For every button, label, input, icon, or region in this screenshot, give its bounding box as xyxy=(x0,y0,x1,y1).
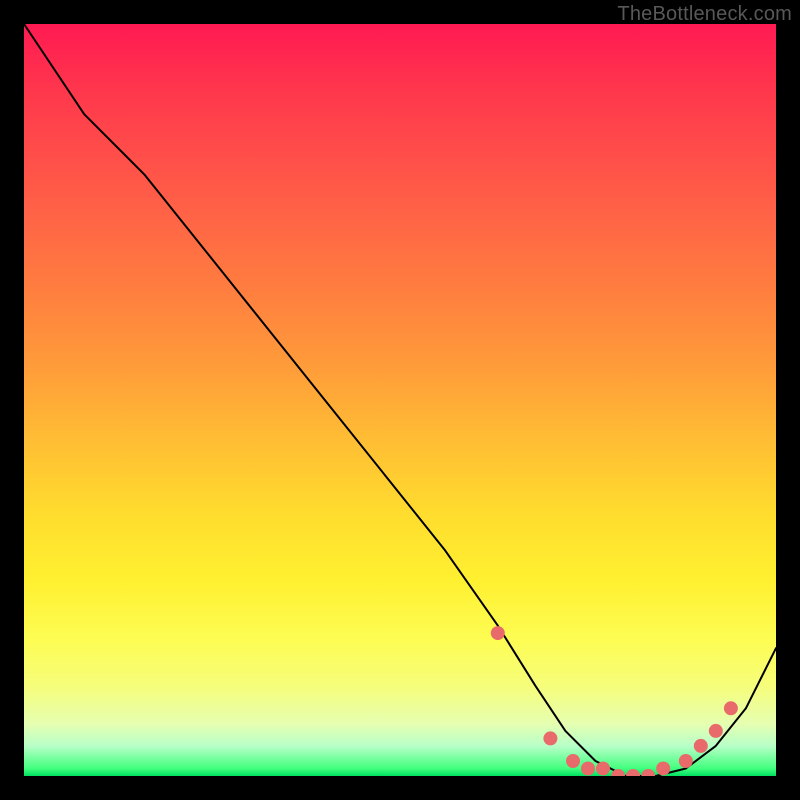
valley-dot xyxy=(596,762,610,776)
valley-dot xyxy=(543,731,557,745)
valley-dot xyxy=(581,762,595,776)
valley-dot xyxy=(679,754,693,768)
plot-area xyxy=(24,24,776,776)
valley-dot xyxy=(491,626,505,640)
valley-dot xyxy=(626,769,640,776)
valley-dot xyxy=(656,762,670,776)
valley-dots-group xyxy=(491,626,738,776)
valley-dot xyxy=(694,739,708,753)
chart-stage: TheBottleneck.com xyxy=(0,0,800,800)
watermark-text: TheBottleneck.com xyxy=(617,3,792,26)
chart-overlay-svg xyxy=(24,24,776,776)
valley-dot xyxy=(566,754,580,768)
bottleneck-curve xyxy=(24,24,776,776)
valley-dot xyxy=(724,701,738,715)
valley-dot xyxy=(709,724,723,738)
valley-dot xyxy=(641,769,655,776)
